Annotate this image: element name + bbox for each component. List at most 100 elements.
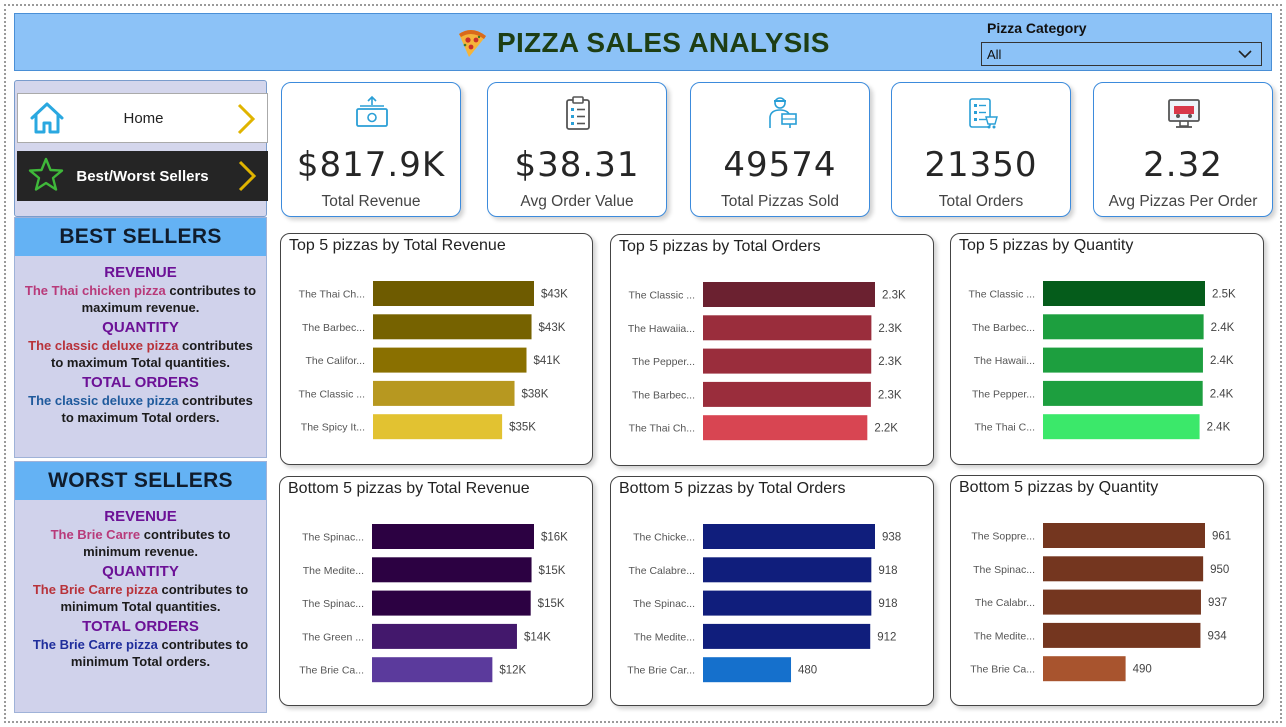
kpi-card-total-orders: 21350 Total Orders [891, 82, 1071, 217]
data-label: $43K [541, 289, 568, 301]
bar[interactable] [703, 623, 871, 649]
bar[interactable] [1043, 523, 1205, 548]
bar[interactable] [703, 657, 792, 683]
bar[interactable] [372, 623, 517, 649]
chevron-down-icon [1238, 50, 1252, 59]
worst-sellers-body: REVENUE The Brie Carre contributes to min… [15, 500, 266, 670]
bar[interactable] [1043, 556, 1204, 582]
data-label: 2.5K [1212, 289, 1236, 301]
data-label: $15K [538, 598, 565, 610]
worst-section-title: REVENUE [104, 508, 177, 525]
bar[interactable] [373, 281, 534, 306]
category-label: The Thai Ch... [629, 423, 695, 435]
category-label: The Classic ... [628, 290, 695, 302]
title-wrap: PIZZA SALES ANALYSIS [455, 22, 830, 64]
delivery-person-icon [769, 97, 797, 128]
category-label: The Chicke... [633, 532, 695, 544]
best-section-title: REVENUE [104, 264, 177, 281]
top-revenue-chart: Top 5 pizzas by Total Revenue The Thai Ch… [280, 233, 593, 465]
pizza-name-highlight: The Brie Carre pizza [32, 582, 158, 597]
bar[interactable] [703, 381, 871, 407]
category-label: The Calabre... [628, 565, 695, 577]
category-label: The Spinac... [633, 598, 695, 610]
data-label: 2.2K [874, 423, 898, 435]
category-label: The Hawaiia... [628, 323, 695, 335]
bar[interactable] [372, 657, 493, 683]
category-label: The Soppre... [971, 531, 1035, 543]
best-sellers-panel: BEST SELLERS REVENUE The Thai chicken piz… [14, 217, 267, 458]
order-list-icon [969, 98, 998, 129]
bar[interactable] [1043, 589, 1201, 615]
pizza-slice-icon [459, 29, 486, 57]
best-section-title: QUANTITY [102, 319, 179, 336]
worst-section-title: QUANTITY [102, 563, 179, 580]
data-label: $15K [539, 565, 566, 577]
category-label: The Spinac... [973, 564, 1035, 576]
bar[interactable] [703, 282, 875, 307]
data-label: 2.3K [882, 290, 906, 302]
category-label: The Brie Car... [627, 665, 695, 677]
kpi-card-avg-pizzas-per-order: 2.32 Avg Pizzas Per Order [1093, 82, 1273, 217]
category-label: The Thai Ch... [299, 289, 365, 301]
data-label: $12K [499, 665, 526, 677]
category-label: The Pepper... [972, 388, 1035, 400]
bar[interactable] [372, 557, 532, 583]
category-label: The Brie Ca... [970, 664, 1035, 676]
data-label: 937 [1208, 597, 1227, 609]
bar[interactable] [703, 524, 875, 549]
bar[interactable] [1043, 314, 1204, 340]
data-label: $35K [509, 422, 536, 434]
filter-label: Pizza Category [987, 20, 1087, 36]
bar[interactable] [373, 414, 503, 440]
category-label: The Medite... [303, 565, 364, 577]
bar[interactable] [1043, 414, 1200, 440]
bar[interactable] [703, 348, 872, 374]
kpi-value: $817.9K [296, 145, 446, 185]
category-label: The Barbec... [632, 389, 695, 401]
data-label: 934 [1207, 630, 1227, 642]
category-label: The Spicy It... [301, 422, 365, 434]
data-label: 938 [882, 532, 901, 544]
category-label: The Barbec... [302, 322, 365, 334]
bar[interactable] [1043, 380, 1203, 406]
pizza-name-highlight: The Brie Carre pizza [32, 637, 158, 652]
bar[interactable] [372, 590, 531, 616]
bar[interactable] [1043, 347, 1203, 373]
bar[interactable] [1043, 656, 1126, 682]
category-label: The Medite... [634, 631, 695, 643]
data-label: 480 [798, 665, 817, 677]
bar-chart-plot: The Thai Ch... $43K The Barbec... $43K The C… [298, 281, 568, 440]
bottom-orders-chart: Bottom 5 pizzas by Total Orders The Chick… [610, 476, 934, 706]
kpi-card-total-revenue: $817.9K Total Revenue [281, 82, 461, 217]
pizza-name-highlight: The Brie Carre [50, 527, 141, 542]
best-section-title: TOTAL ORDERS [82, 374, 199, 391]
data-label: 2.3K [878, 323, 902, 335]
bar[interactable] [1043, 281, 1205, 306]
kpi-card-avg-order-value: $38.31 Avg Order Value [487, 82, 667, 217]
kpi-label: Total Pizzas Sold [720, 193, 840, 210]
bar[interactable] [373, 347, 527, 373]
home-nav-button[interactable]: Home [17, 93, 268, 143]
category-label: The Spinac... [302, 598, 364, 610]
bar[interactable] [372, 524, 534, 549]
home-label: Home [123, 109, 164, 127]
bar-chart-plot: The Classic ... 2.5K The Barbec... 2.4K The … [968, 281, 1236, 440]
best-section-text: The Thai chicken pizza contributes to ma… [24, 283, 257, 315]
bar[interactable] [703, 315, 872, 341]
pizza-category-dropdown[interactable]: All [981, 42, 1262, 66]
bar[interactable] [373, 380, 515, 406]
data-label: 950 [1210, 564, 1229, 576]
data-label: 490 [1133, 664, 1152, 676]
bar[interactable] [1043, 622, 1201, 648]
page-title: PIZZA SALES ANALYSIS [497, 27, 830, 58]
bar[interactable] [373, 314, 532, 340]
category-label: The Califor... [305, 355, 365, 367]
bar[interactable] [703, 415, 868, 441]
data-label: $16K [541, 532, 568, 544]
bar[interactable] [703, 590, 872, 616]
best-worst-nav-button[interactable]: Best/Worst Sellers [17, 151, 268, 201]
category-label: The Pepper... [632, 356, 695, 368]
pizza-name-highlight: The Thai chicken pizza [24, 283, 166, 298]
kpi-value: 2.32 [1143, 145, 1223, 185]
bar[interactable] [703, 557, 872, 583]
